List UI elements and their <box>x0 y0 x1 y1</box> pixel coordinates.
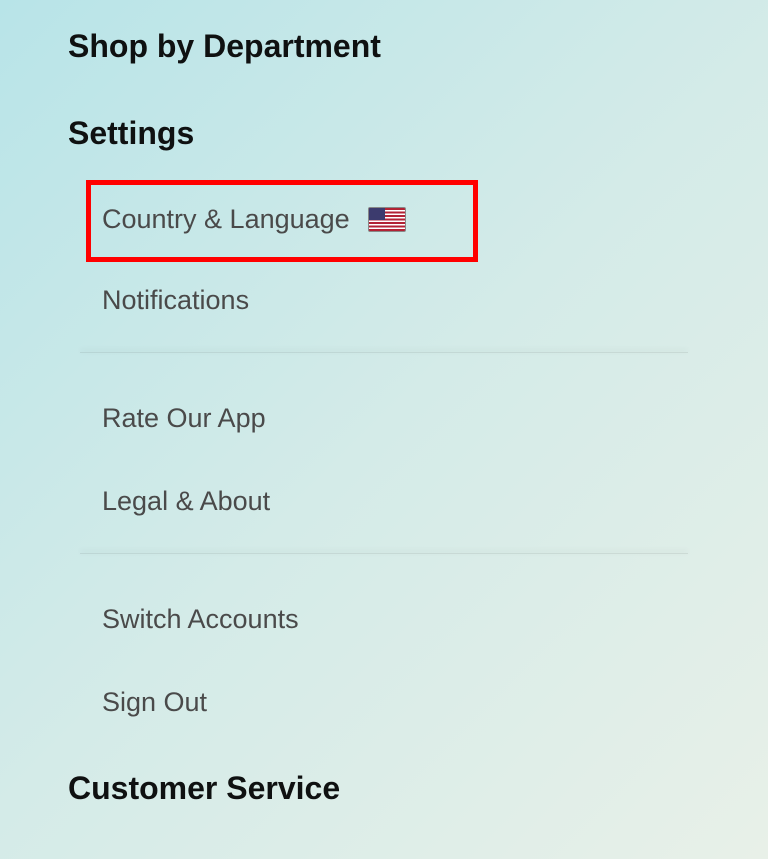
section-header-customer-service[interactable]: Customer Service <box>0 744 768 807</box>
settings-label: Settings <box>68 115 194 151</box>
menu-item-switch-accounts[interactable]: Switch Accounts <box>0 578 768 661</box>
notifications-label: Notifications <box>102 285 249 316</box>
menu-item-notifications[interactable]: Notifications <box>0 259 768 342</box>
menu-item-sign-out[interactable]: Sign Out <box>0 661 768 744</box>
section-header-shop[interactable]: Shop by Department <box>0 0 768 97</box>
sign-out-label: Sign Out <box>102 687 207 718</box>
group-divider <box>80 352 688 353</box>
switch-accounts-label: Switch Accounts <box>102 604 299 635</box>
menu-item-rate-app[interactable]: Rate Our App <box>0 377 768 460</box>
section-header-settings: Settings <box>0 97 768 180</box>
group-divider <box>80 553 688 554</box>
menu-item-country-language[interactable]: Country & Language <box>0 180 768 259</box>
country-language-label: Country & Language <box>102 204 350 235</box>
us-flag-icon <box>368 207 406 232</box>
settings-menu-group: Country & Language Notifications Rate Ou… <box>0 180 768 744</box>
rate-app-label: Rate Our App <box>102 403 266 434</box>
shop-by-department-label: Shop by Department <box>68 28 381 64</box>
legal-about-label: Legal & About <box>102 486 270 517</box>
customer-service-label: Customer Service <box>68 770 340 806</box>
menu-item-legal-about[interactable]: Legal & About <box>0 460 768 543</box>
